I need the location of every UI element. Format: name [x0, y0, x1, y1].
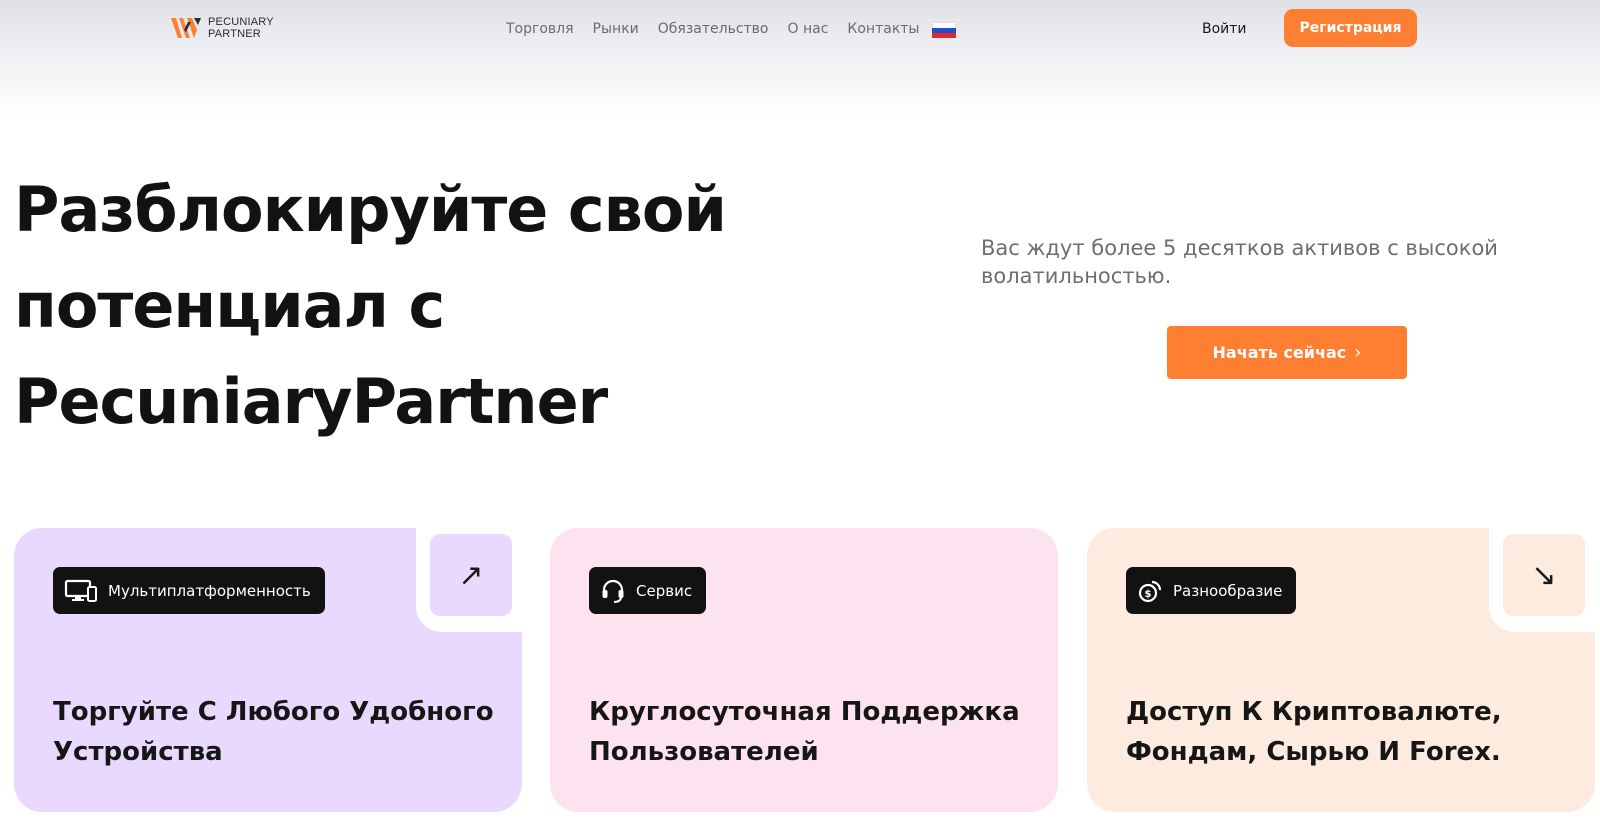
headset-icon — [602, 579, 624, 603]
chevron-right-icon: › — [1354, 342, 1362, 363]
feature-badge-label: Разнообразие — [1173, 581, 1283, 600]
feature-badge-label: Сервис — [636, 581, 693, 600]
feature-card-title: Торгуйте С Любого Удобного Устройства — [53, 697, 494, 767]
coins-icon: $ — [1138, 580, 1162, 602]
main-nav: Торговля Рынки Обязательство О нас Конта… — [506, 18, 957, 40]
logo-line-1: PECUNIARY — [208, 16, 274, 28]
start-now-label: Начать сейчас — [1212, 343, 1347, 362]
nav-item-trading[interactable]: Торговля — [506, 18, 574, 40]
logo-mark-icon — [171, 18, 201, 38]
arrow-down-right-icon[interactable]: ↘ — [1503, 534, 1585, 616]
register-button[interactable]: Регистрация — [1284, 9, 1417, 47]
card-notch: ↘ — [1489, 524, 1599, 632]
feature-badge: Сервис — [589, 567, 707, 614]
svg-text:$: $ — [1145, 589, 1152, 600]
card-notch: ↗ — [416, 524, 526, 632]
nav-item-markets[interactable]: Рынки — [593, 18, 639, 40]
nav-item-commitment[interactable]: Обязательство — [658, 18, 769, 40]
feature-badge: $ Разнообразие — [1126, 567, 1297, 614]
russia-flag-icon[interactable] — [932, 22, 957, 38]
login-link[interactable]: Войти — [1202, 18, 1247, 40]
feature-badge: Мультиплатформенность — [53, 567, 325, 614]
header: PECUNIARY PARTNER Торговля Рынки Обязате… — [0, 0, 1600, 120]
arrow-up-right-icon[interactable]: ↗ — [430, 534, 512, 616]
feature-card-service: Сервис Круглосуточная Поддержка Пользова… — [550, 528, 1058, 812]
feature-badge-label: Мультиплатформенность — [108, 581, 311, 600]
nav-item-contacts[interactable]: Контакты — [847, 18, 919, 40]
hero-subtitle: Вас ждут более 5 десятков активов с высо… — [981, 236, 1498, 288]
devices-icon — [64, 579, 97, 602]
feature-card-title: Доступ К Криптовалюте, Фондам, Сырью И F… — [1126, 697, 1502, 767]
hero-title: Разблокируйте свой потенциал с Pecuniary… — [14, 173, 727, 438]
feature-card-title: Круглосуточная Поддержка Пользователей — [589, 697, 1020, 767]
logo-text: PECUNIARY PARTNER — [208, 16, 274, 40]
feature-card-diversity: ↘ $ Разнообразие Доступ К Криптовалюте, … — [1087, 524, 1599, 812]
start-now-button[interactable]: Начать сейчас › — [1167, 326, 1407, 379]
logo-line-2: PARTNER — [208, 28, 261, 40]
feature-card-multiplatform: ↗ Мультиплатформенность Торгуйте С Любог… — [14, 524, 526, 812]
logo[interactable]: PECUNIARY PARTNER — [170, 16, 274, 40]
nav-item-about[interactable]: О нас — [788, 18, 829, 40]
